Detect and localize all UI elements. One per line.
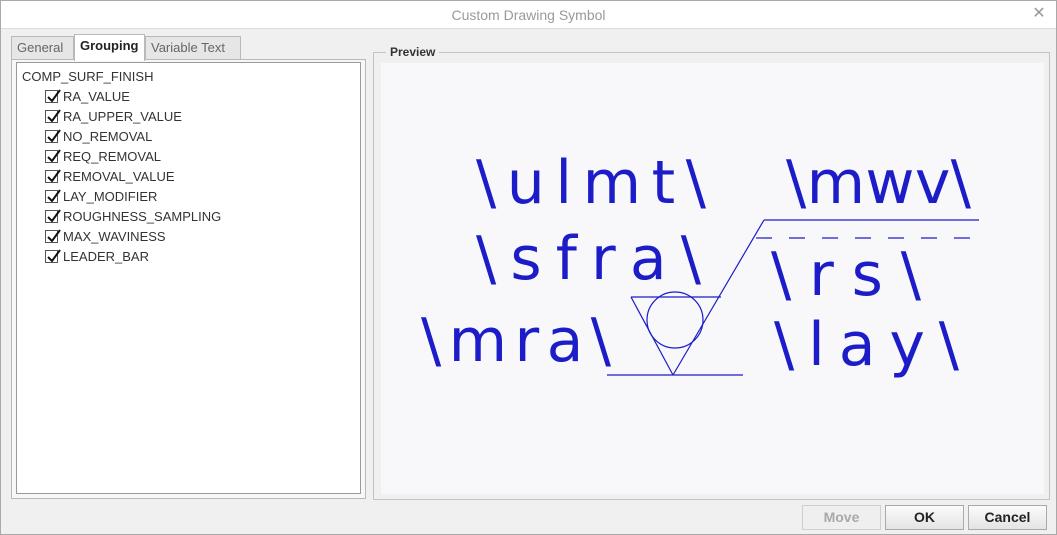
tab-grouping[interactable]: Grouping <box>74 34 145 61</box>
symbol-text-ulmt: \ulmt\ <box>476 148 707 218</box>
tree-item-removal-value[interactable]: REMOVAL_VALUE <box>17 167 360 187</box>
symbol-text-mwv: \mwv\ <box>786 148 972 218</box>
symbol-text-lay: \lay\ <box>774 310 960 380</box>
tree-item-lay-modifier[interactable]: LAY_MODIFIER <box>17 187 360 207</box>
tree-item-label: LAY_MODIFIER <box>63 189 158 204</box>
checkbox-roughness-sampling[interactable] <box>45 209 61 223</box>
tree-item-label: REQ_REMOVAL <box>63 149 162 164</box>
tree-item-label: RA_VALUE <box>63 89 130 104</box>
group-tree[interactable]: COMP_SURF_FINISH RA_VALUE RA_UPPER_VALUE… <box>16 62 361 494</box>
tab-general[interactable]: General <box>11 36 74 59</box>
checkbox-removal-value[interactable] <box>45 169 61 183</box>
tree-root-item[interactable]: COMP_SURF_FINISH <box>17 67 360 87</box>
symbol-text-sfra: \sfra\ <box>476 224 702 294</box>
checkbox-lay-modifier[interactable] <box>45 189 61 203</box>
checkbox-ra-upper-value[interactable] <box>45 109 61 123</box>
tree-item-label: MAX_WAVINESS <box>63 229 166 244</box>
preview-canvas: \ulmt\ \mwv\ \sfra\ \rs\ \mra\ \lay\ <box>381 63 1044 494</box>
window-title: Custom Drawing Symbol <box>451 7 606 23</box>
symbol-text-mra: \mra\ <box>421 306 612 376</box>
tab-variable-text[interactable]: Variable Text <box>145 36 241 59</box>
tree-item-label: ROUGHNESS_SAMPLING <box>63 209 222 224</box>
checkbox-max-waviness[interactable] <box>45 229 61 243</box>
tree-item-label: RA_UPPER_VALUE <box>63 109 182 124</box>
tree-item-req-removal[interactable]: REQ_REMOVAL <box>17 147 360 167</box>
checkbox-req-removal[interactable] <box>45 149 61 163</box>
tree-item-ra-upper-value[interactable]: RA_UPPER_VALUE <box>17 107 360 127</box>
tree-item-max-waviness[interactable]: MAX_WAVINESS <box>17 227 360 247</box>
checkbox-no-removal[interactable] <box>45 129 61 143</box>
preview-label: Preview <box>386 45 440 59</box>
surface-finish-symbol: \ulmt\ \mwv\ \sfra\ \rs\ \mra\ \lay\ <box>421 148 979 380</box>
cancel-button[interactable]: Cancel <box>968 505 1047 530</box>
tree-item-label: NO_REMOVAL <box>63 129 153 144</box>
tree-item-leader-bar[interactable]: LEADER_BAR <box>17 247 360 267</box>
ok-button[interactable]: OK <box>885 505 964 530</box>
custom-drawing-symbol-dialog: Custom Drawing Symbol ✕ General Grouping… <box>0 0 1057 535</box>
symbol-no-removal-circle <box>646 291 704 349</box>
tree-item-ra-value[interactable]: RA_VALUE <box>17 87 360 107</box>
checkbox-ra-value[interactable] <box>45 89 61 103</box>
move-button[interactable]: Move <box>802 505 881 530</box>
symbol-text-rs: \rs\ <box>771 240 922 310</box>
tree-item-no-removal[interactable]: NO_REMOVAL <box>17 127 360 147</box>
tree-item-roughness-sampling[interactable]: ROUGHNESS_SAMPLING <box>17 207 360 227</box>
tree-item-label: LEADER_BAR <box>63 249 149 264</box>
preview-group: Preview \ulmt\ \mwv\ \sfra\ \rs\ \mra\ \… <box>373 45 1050 500</box>
checkbox-leader-bar[interactable] <box>45 249 61 263</box>
close-icon[interactable]: ✕ <box>1030 4 1048 24</box>
tree-item-label: REMOVAL_VALUE <box>63 169 175 184</box>
title-bar: Custom Drawing Symbol ✕ <box>1 1 1056 29</box>
grouping-panel: COMP_SURF_FINISH RA_VALUE RA_UPPER_VALUE… <box>11 59 366 499</box>
